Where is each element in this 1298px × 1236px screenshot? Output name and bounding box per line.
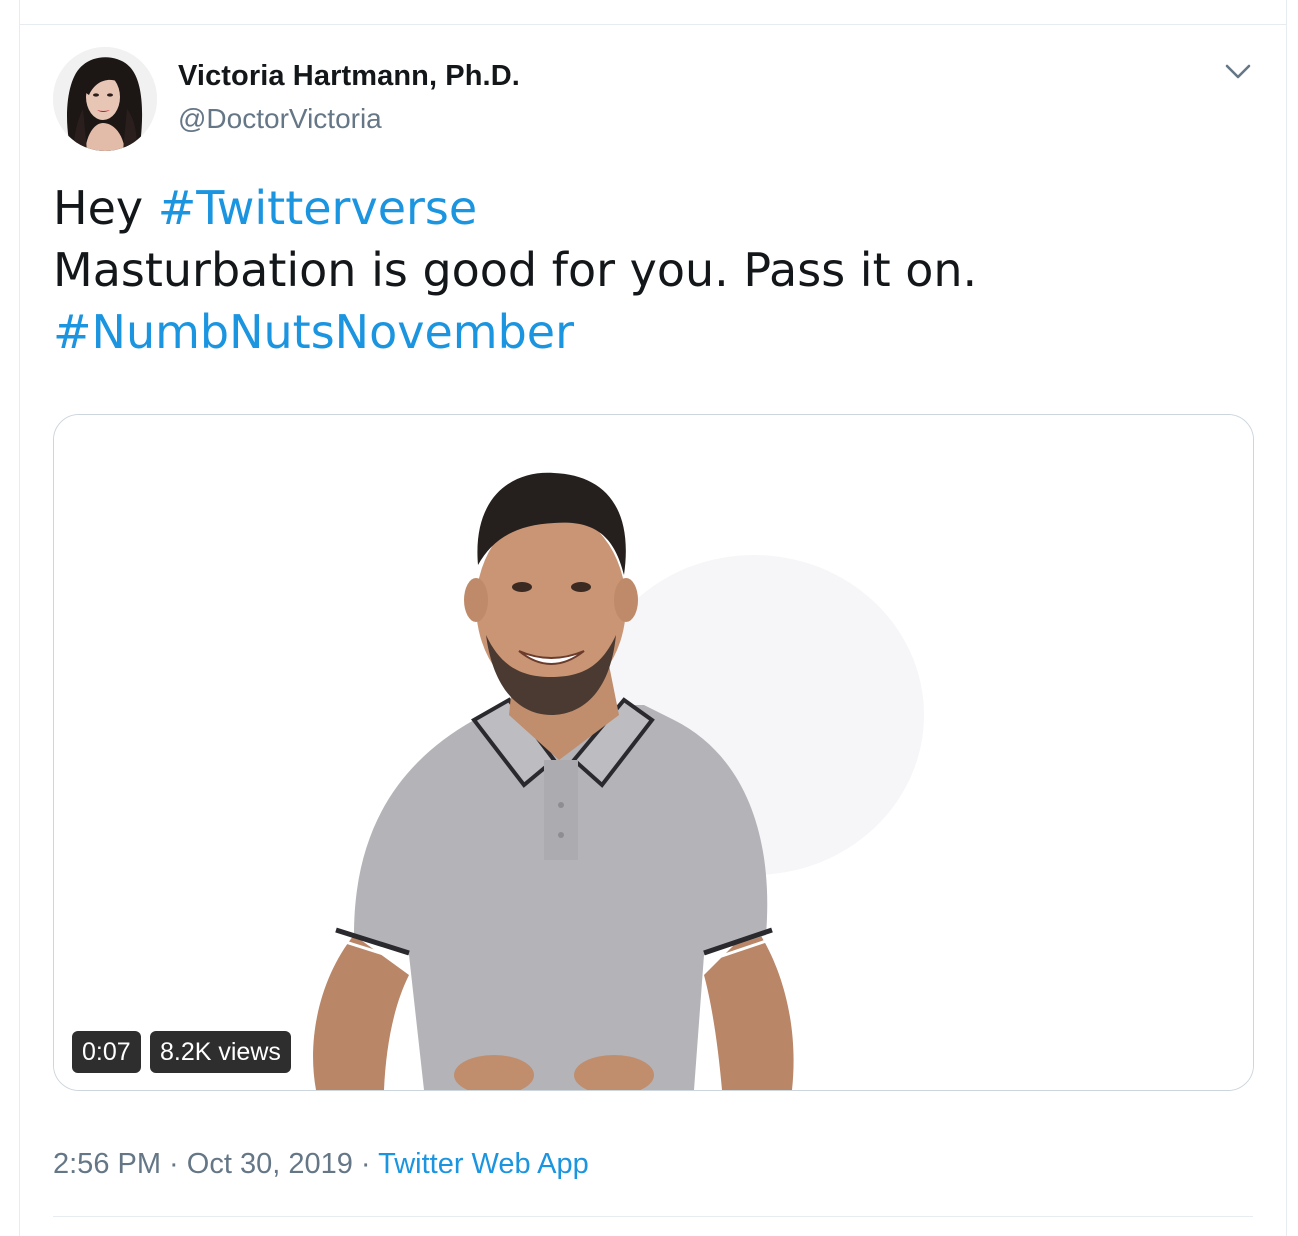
divider <box>53 1216 1253 1217</box>
hashtag-numbnutsnovember[interactable]: #NumbNutsNovember <box>53 301 1253 363</box>
author-display-name[interactable]: Victoria Hartmann, Ph.D. <box>178 60 520 93</box>
column-border-left <box>19 0 20 1236</box>
tweet-line-2: Masturbation is good for you. Pass it on… <box>53 243 978 297</box>
video-views-badge: 8.2K views <box>150 1031 291 1073</box>
video-player[interactable]: 0:07 8.2K views <box>53 414 1254 1091</box>
tweet-text: Hey #Twitterverse Masturbation is good f… <box>53 177 1253 363</box>
tweet-date[interactable]: Oct 30, 2019 <box>187 1148 353 1180</box>
meta-separator-2: · <box>352 1148 379 1180</box>
column-border-right <box>1286 0 1287 1236</box>
tweet-time[interactable]: 2:56 PM <box>53 1148 161 1180</box>
tweet-page: Victoria Hartmann, Ph.D. @DoctorVictoria… <box>0 0 1298 1236</box>
author-handle[interactable]: @DoctorVictoria <box>178 103 382 135</box>
chevron-down-icon[interactable] <box>1222 58 1254 86</box>
tweet-source-link[interactable]: Twitter Web App <box>378 1148 589 1180</box>
hashtag-twitterverse[interactable]: #Twitterverse <box>158 181 477 235</box>
tweet-text-greeting: Hey <box>53 181 158 235</box>
tweet-line-1: Hey #Twitterverse <box>53 177 1253 239</box>
tweet-meta: 2:56 PM · Oct 30, 2019 · Twitter Web App <box>53 1148 589 1181</box>
avatar[interactable] <box>53 47 157 151</box>
meta-separator-1: · <box>161 1148 187 1180</box>
video-thumbnail <box>54 415 1253 1090</box>
column-border-top <box>19 24 1287 25</box>
video-duration-badge: 0:07 <box>72 1031 141 1073</box>
